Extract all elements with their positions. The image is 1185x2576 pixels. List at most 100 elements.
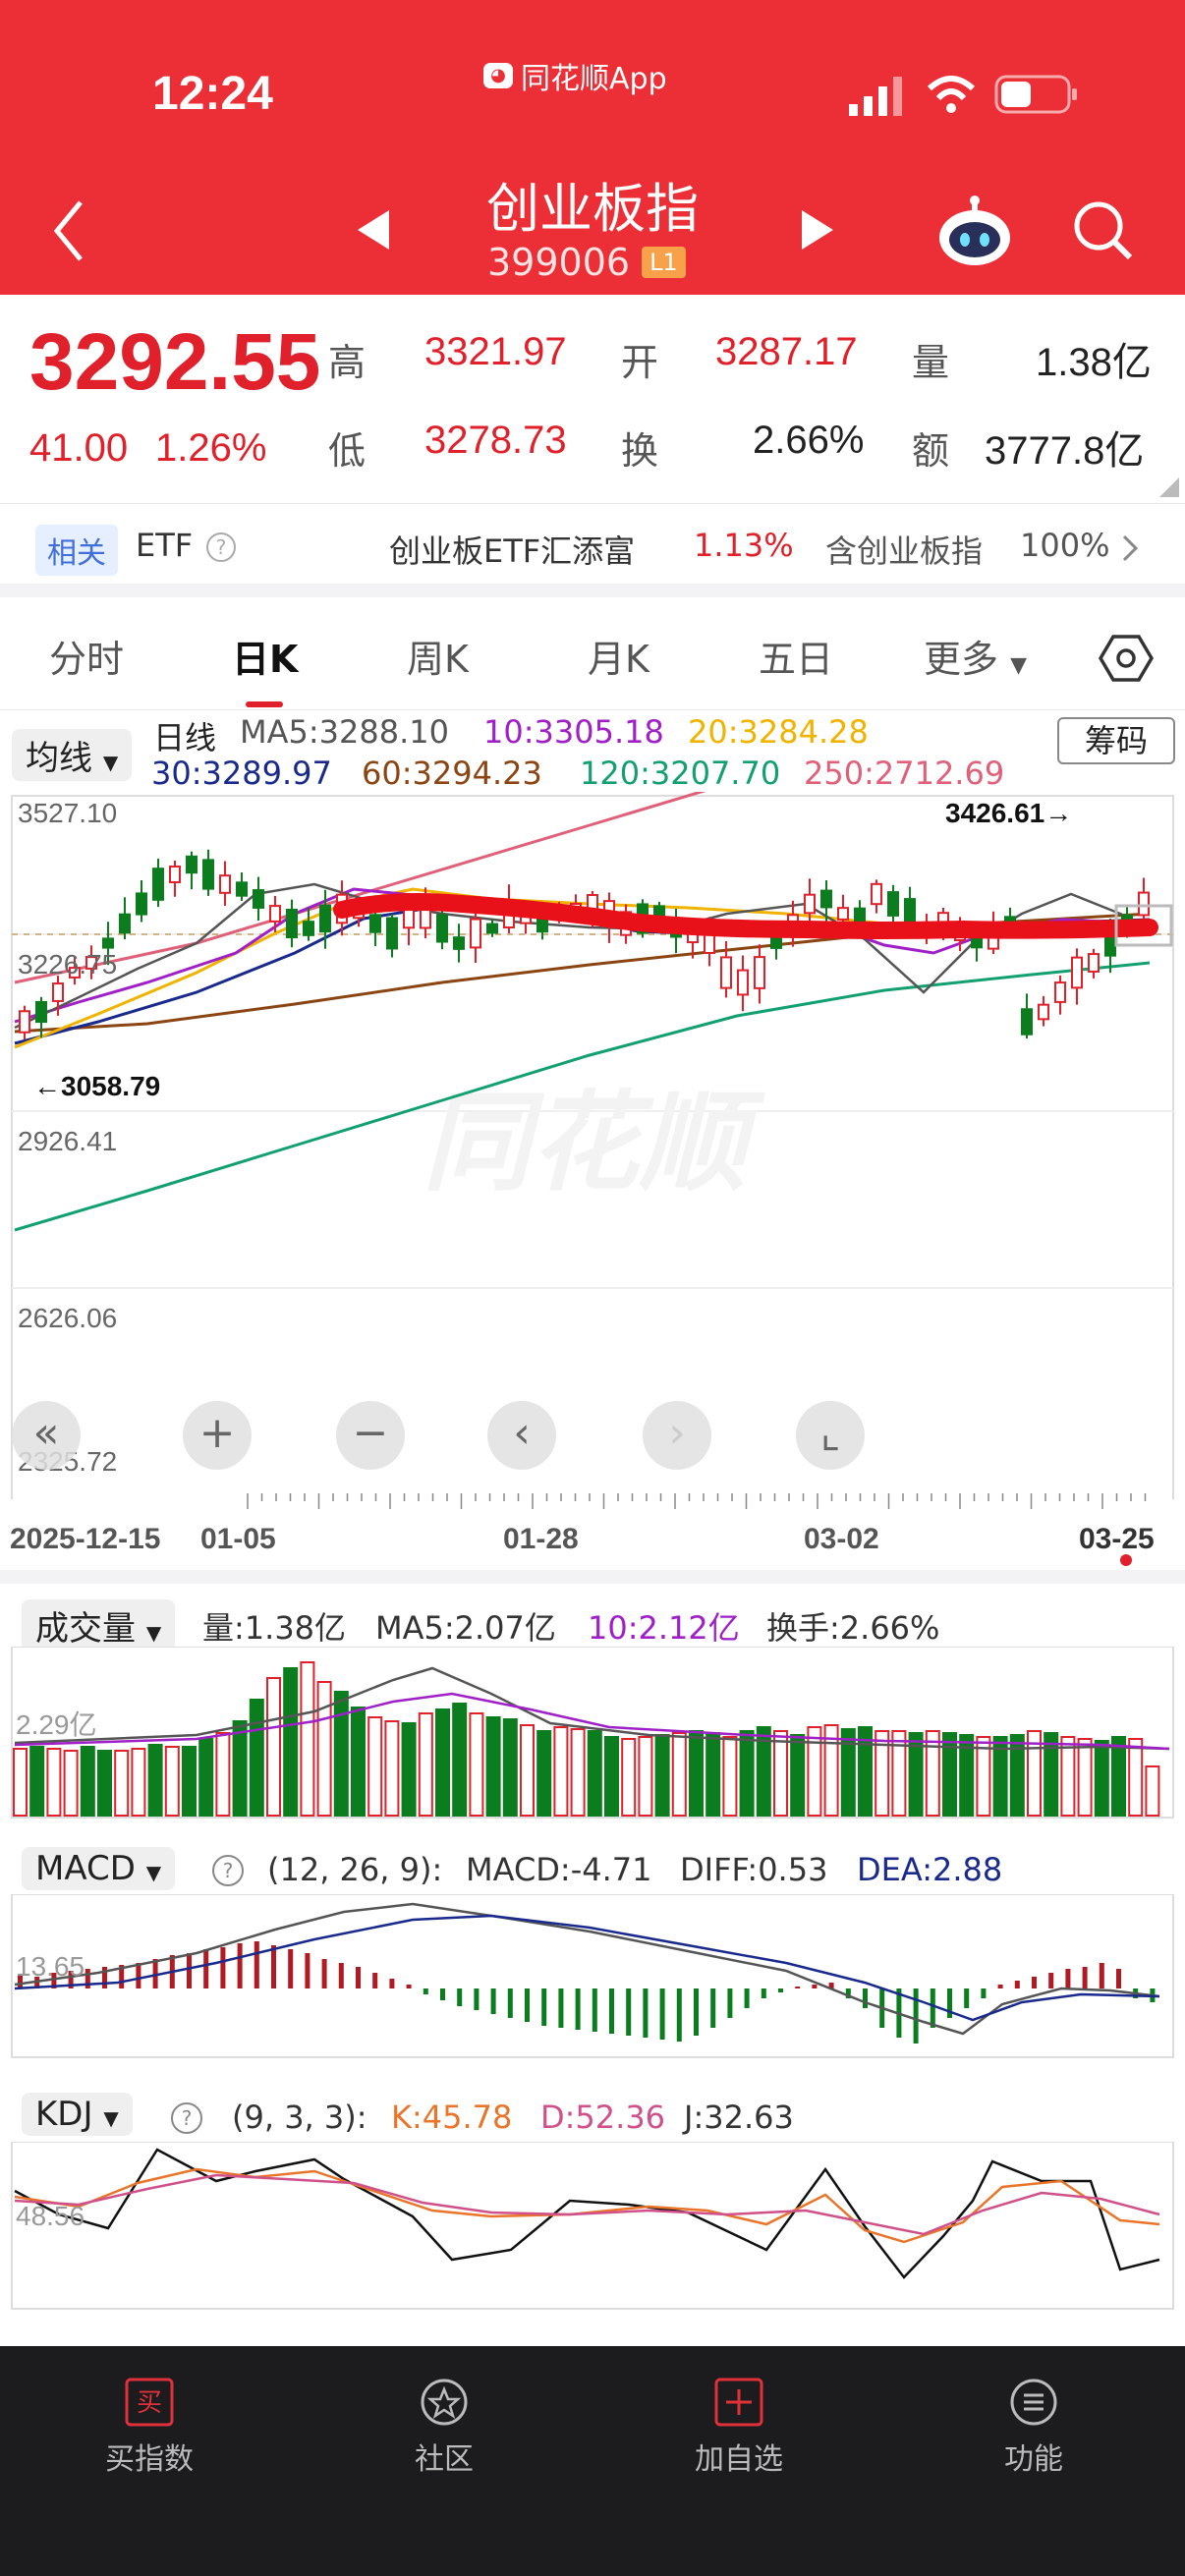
candle-body xyxy=(102,937,114,949)
volume-selector[interactable]: 成交量 ▼ xyxy=(22,1599,176,1652)
macd-help-icon[interactable]: ? xyxy=(210,1853,246,1888)
related-tag: 相关 xyxy=(35,525,118,576)
volume-readout: 量:1.38亿 xyxy=(202,1609,347,1647)
candle-body xyxy=(1138,891,1150,917)
volume-ma10-readout: 10:2.12亿 xyxy=(588,1609,740,1647)
next-stock-icon[interactable] xyxy=(798,208,837,252)
macd-bar xyxy=(525,1988,530,2022)
scroll-left-button[interactable]: ‹ xyxy=(487,1401,556,1470)
macd-bar xyxy=(1116,1969,1121,1988)
volume-bar xyxy=(232,1720,248,1817)
community-star-icon xyxy=(421,2379,468,2426)
volume-bar xyxy=(739,1730,755,1817)
fullscreen-button[interactable]: ⌞ xyxy=(796,1401,865,1470)
candle-body xyxy=(1021,1008,1033,1036)
macd-bar xyxy=(1082,1967,1088,1988)
high-value: 3321.97 xyxy=(424,330,567,373)
nav-add-watchlist[interactable]: 加自选 xyxy=(641,2378,837,2478)
section-gap xyxy=(0,1570,1185,1584)
svg-text:买: 买 xyxy=(137,2388,162,2418)
etf-fund-name: 创业板ETF汇添富 xyxy=(389,532,636,570)
volume-bar xyxy=(63,1750,79,1817)
scroll-right-button[interactable]: › xyxy=(643,1401,711,1470)
nav-functions[interactable]: 功能 xyxy=(935,2378,1132,2478)
low-value: 3278.73 xyxy=(424,419,567,462)
tab-monthly-k[interactable]: 月K xyxy=(588,629,649,683)
section-gap xyxy=(0,584,1185,597)
volume-bar xyxy=(807,1726,822,1817)
x-axis-ticks xyxy=(247,1493,1147,1509)
ma10-readout: 10:3305.18 xyxy=(483,713,664,751)
volume-bar xyxy=(621,1738,637,1817)
macd-bar xyxy=(795,1987,801,1988)
volume-bar xyxy=(891,1730,907,1817)
price-change-pct: 1.26% xyxy=(155,426,267,470)
candle-body xyxy=(720,956,732,989)
etf-holding-pct: 100% xyxy=(1020,527,1110,564)
macd-bar xyxy=(981,1988,987,1998)
macd-bar xyxy=(305,1953,310,1988)
zoom-out-button[interactable]: − xyxy=(336,1401,405,1470)
current-date-dot xyxy=(1120,1554,1132,1566)
candle-body xyxy=(804,893,816,915)
volume-bar xyxy=(164,1746,180,1817)
kdj-axis-label: 48.56 xyxy=(16,2201,85,2231)
macd-bar xyxy=(423,1988,428,1994)
tab-more[interactable]: 更多 ▼ xyxy=(924,629,1027,683)
y-tick-3: 2926.41 xyxy=(18,1126,118,1156)
turnover-value: 2.66% xyxy=(753,419,865,462)
chip-distribution-button[interactable]: 筹码 xyxy=(1057,717,1175,764)
volume-value: 1.38亿 xyxy=(1036,341,1152,384)
volume-bar xyxy=(925,1730,940,1817)
macd-bar xyxy=(913,1988,919,2044)
kdj-selector[interactable]: KDJ ▼ xyxy=(22,2093,133,2136)
add-icon xyxy=(714,2378,763,2427)
kdj-chart xyxy=(11,2142,1174,2310)
macd-bar xyxy=(254,1941,259,1988)
candle-body xyxy=(35,1000,47,1024)
help-icon[interactable]: ? xyxy=(204,531,238,564)
nav-community[interactable]: 社区 xyxy=(346,2378,542,2478)
volume-bar xyxy=(485,1716,501,1817)
robot-assistant-icon[interactable] xyxy=(935,193,1014,267)
expand-corner-icon[interactable] xyxy=(1159,477,1179,497)
amount-value: 3777.8亿 xyxy=(985,429,1145,473)
macd-bar xyxy=(997,1985,1003,1988)
ma120-readout: 120:3207.70 xyxy=(580,755,781,792)
x-tick-4: 03-02 xyxy=(804,1523,879,1555)
volume-bar xyxy=(283,1667,299,1817)
volume-bar xyxy=(215,1732,231,1817)
volume-bar xyxy=(333,1691,349,1817)
tab-five-day[interactable]: 五日 xyxy=(759,629,833,683)
volume-bar xyxy=(469,1712,484,1817)
candle-body xyxy=(436,914,448,943)
candle-body xyxy=(219,874,231,894)
tab-weekly-k[interactable]: 周K xyxy=(407,629,469,683)
search-icon[interactable] xyxy=(1071,198,1134,261)
nav-buy-index-label: 买指数 xyxy=(105,2442,194,2477)
kdj-help-icon[interactable]: ? xyxy=(169,2100,204,2136)
kline-chart[interactable]: 同花顺 xyxy=(0,792,1185,1499)
collapse-left-button[interactable]: « xyxy=(12,1401,81,1470)
volume-ma5-readout: MA5:2.07亿 xyxy=(375,1609,556,1647)
candle-body xyxy=(887,891,899,917)
tab-intraday[interactable]: 分时 xyxy=(49,629,124,683)
zoom-in-button[interactable]: + xyxy=(183,1401,252,1470)
nav-community-label: 社区 xyxy=(415,2442,474,2477)
tab-daily-k[interactable]: 日K xyxy=(232,629,298,683)
macd-selector[interactable]: MACD ▼ xyxy=(22,1847,176,1890)
chart-settings-icon[interactable] xyxy=(1099,631,1154,686)
etf-label: ETF xyxy=(136,527,194,564)
nav-buy-index[interactable]: 买 买指数 xyxy=(51,2378,248,2478)
candle-body xyxy=(303,921,314,936)
candle-body xyxy=(202,859,214,890)
candle-body xyxy=(286,908,298,939)
battery-icon xyxy=(994,75,1077,114)
candle-body xyxy=(470,918,481,949)
volume-bar xyxy=(1009,1734,1025,1817)
ma-selector[interactable]: 均线 ▼ xyxy=(12,729,133,781)
nav-functions-label: 功能 xyxy=(1004,2442,1063,2477)
related-etf-row[interactable]: 相关 ETF ? 创业板ETF汇添富 1.13% 含创业板指 100% xyxy=(0,513,1185,582)
macd-bar xyxy=(136,1963,141,1988)
candle-body xyxy=(236,881,248,897)
